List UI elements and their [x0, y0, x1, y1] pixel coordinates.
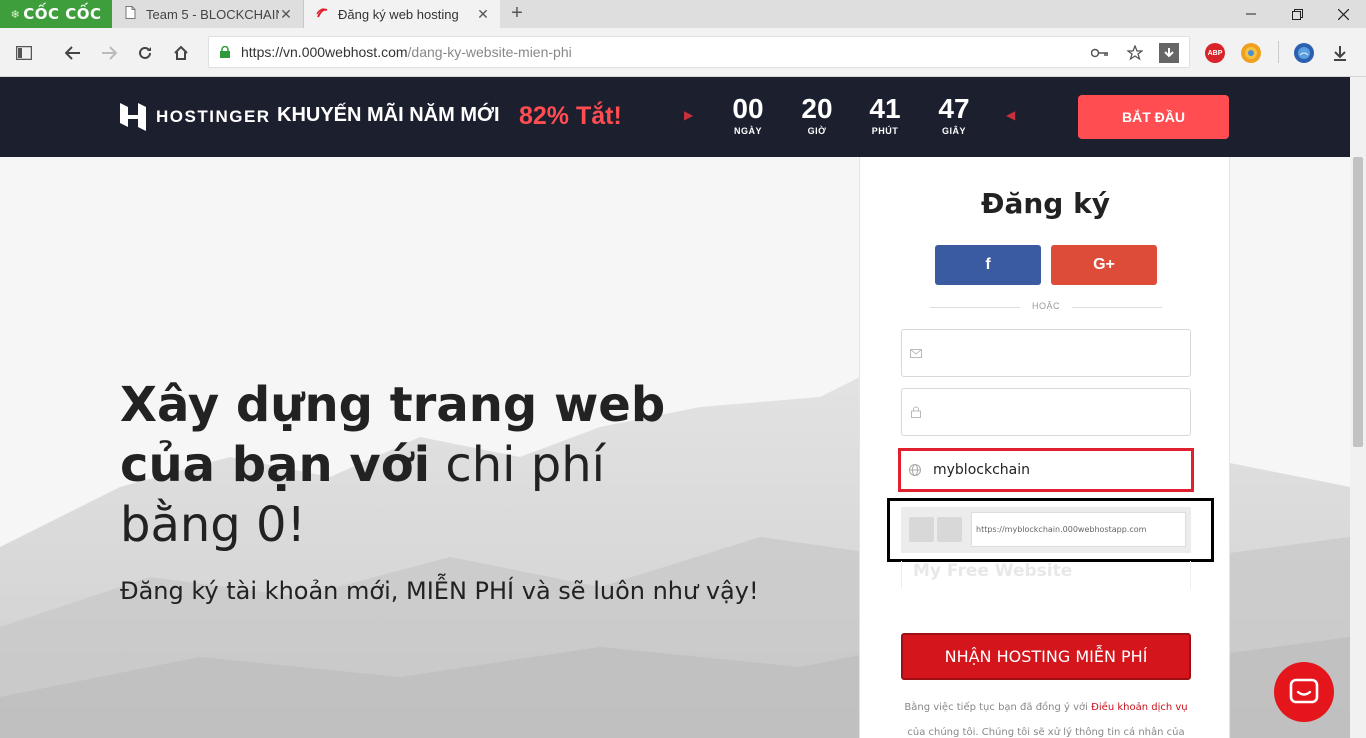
key-icon[interactable] — [1089, 42, 1111, 64]
tab-team5[interactable]: Team 5 - BLOCKCHAIN ✕ — [112, 0, 304, 28]
promo-banner: HOSTINGER KHUYẾN MÃI NĂM MỚI 82% Tắt! ▶ … — [0, 77, 1350, 157]
scrollbar-thumb[interactable] — [1353, 157, 1363, 447]
adblock-plus-icon[interactable]: ABP — [1205, 43, 1225, 63]
restore-icon[interactable] — [1274, 0, 1320, 28]
bookmark-star-icon[interactable] — [1124, 42, 1146, 64]
address-bar[interactable]: https://vn.000webhost.com/dang-ky-websit… — [208, 36, 1190, 68]
page-scrollbar[interactable] — [1350, 77, 1366, 738]
padlock-icon — [910, 406, 922, 418]
triangle-right-icon: ▶ — [684, 108, 694, 122]
envelope-icon — [910, 347, 922, 359]
get-free-hosting-button[interactable]: NHẬN HOSTING MIỄN PHÍ — [901, 633, 1191, 680]
hero-subtitle: Đăng ký tài khoản mới, MIỄN PHÍ và sẽ lu… — [120, 577, 759, 605]
chat-icon — [1289, 678, 1319, 704]
close-window-icon[interactable] — [1320, 0, 1366, 28]
close-tab-icon[interactable]: ✕ — [279, 6, 293, 23]
signup-card: Đăng ký f G+ HOẶC myblockchain https://m… — [859, 157, 1230, 738]
lock-icon — [219, 46, 231, 58]
coccoc-logo-text: CỐC CỐC — [23, 5, 102, 23]
reload-icon[interactable] — [132, 40, 158, 66]
tab-dang-ky[interactable]: Đăng ký web hosting ✕ — [304, 0, 500, 28]
website-name-input[interactable] — [933, 462, 1173, 478]
triangle-left-icon: ◀ — [1006, 108, 1016, 122]
tab-title: Đăng ký web hosting — [338, 6, 459, 22]
hero-section: Xây dựng trang web của bạn với chi phí b… — [0, 157, 1350, 738]
downloads-icon[interactable] — [1327, 40, 1353, 66]
terms-text: Bằng việc tiếp tục bạn đã đồng ý với Điề… — [904, 702, 1188, 738]
close-tab-icon[interactable]: ✕ — [476, 6, 490, 23]
document-icon — [122, 6, 138, 22]
coccoc-logo[interactable]: ❄ CỐC CỐC — [0, 0, 112, 28]
terms-link[interactable]: Điều khoản dịch vụ — [1091, 702, 1187, 713]
download-page-icon[interactable] — [1159, 43, 1179, 63]
promo-discount: 82% Tắt! — [519, 102, 622, 130]
back-icon[interactable] — [60, 40, 86, 66]
website-name-field[interactable] — [898, 448, 1194, 492]
password-field[interactable] — [901, 388, 1191, 436]
forward-icon[interactable] — [96, 40, 122, 66]
url-text: https://vn.000webhost.com/dang-ky-websit… — [241, 44, 572, 60]
extension-icon[interactable] — [1241, 43, 1261, 63]
brand-name: HOSTINGER — [156, 107, 271, 126]
sidebar-toggle-icon[interactable] — [11, 40, 37, 66]
email-field[interactable] — [901, 329, 1191, 377]
hostinger-logo-icon[interactable] — [120, 103, 146, 131]
snowflake-icon: ❄ — [10, 7, 21, 21]
hero-title: Xây dựng trang web của bạn với chi phí b… — [120, 377, 666, 553]
or-label: HOẶC — [1020, 301, 1072, 311]
profile-avatar-icon[interactable] — [1294, 43, 1314, 63]
new-tab-button[interactable]: + — [506, 2, 528, 24]
browser-tab-bar: ❄ CỐC CỐC Team 5 - BLOCKCHAIN ✕ Đăng ký … — [0, 0, 1366, 28]
google-plus-icon: G+ — [1093, 256, 1115, 273]
email-input[interactable] — [934, 345, 1174, 361]
promo-text: KHUYẾN MÃI NĂM MỚI — [277, 104, 500, 126]
google-signup-button[interactable]: G+ — [1051, 245, 1157, 285]
signup-title: Đăng ký — [981, 187, 1110, 220]
facebook-icon: f — [985, 256, 991, 273]
countdown-seconds: 47 GIÂY — [938, 93, 970, 137]
chat-button[interactable] — [1274, 662, 1334, 722]
minimize-icon[interactable] — [1228, 0, 1274, 28]
toolbar-divider — [1278, 41, 1279, 63]
start-button[interactable]: BẮT ĐẦU — [1078, 95, 1229, 139]
preview-highlight-box — [887, 498, 1214, 562]
browser-toolbar: https://vn.000webhost.com/dang-ky-websit… — [0, 28, 1366, 77]
password-input[interactable] — [934, 404, 1174, 420]
000webhost-icon — [314, 6, 330, 23]
globe-icon — [909, 464, 921, 476]
countdown-hours: 20 GIỜ — [801, 93, 833, 137]
home-icon[interactable] — [168, 40, 194, 66]
site-name-preview: My Free Website — [901, 561, 1191, 589]
tab-title: Team 5 - BLOCKCHAIN — [146, 6, 279, 22]
countdown-days: 00 NGÀY — [732, 93, 764, 137]
facebook-signup-button[interactable]: f — [935, 245, 1041, 285]
countdown-minutes: 41 PHÚT — [869, 93, 901, 137]
